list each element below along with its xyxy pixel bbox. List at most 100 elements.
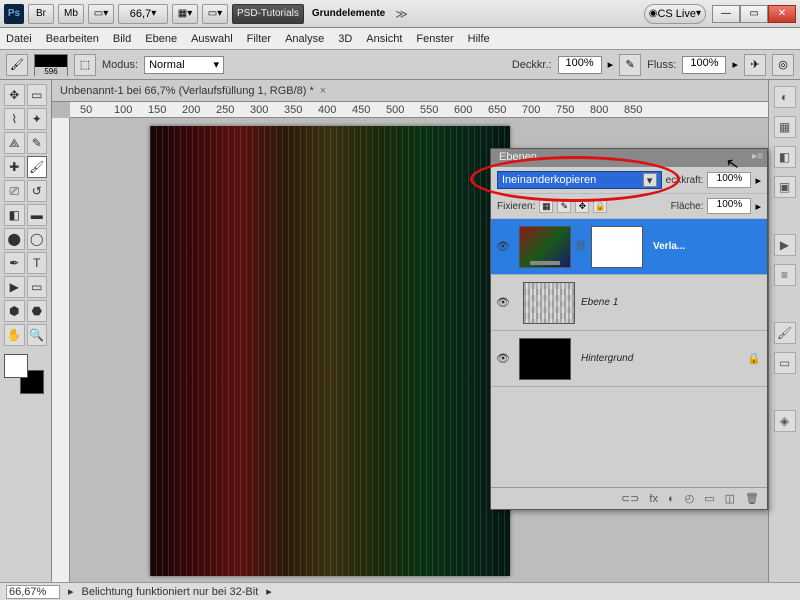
zoom-tool[interactable]: 🔍 (27, 324, 48, 346)
menu-fenster[interactable]: Fenster (416, 33, 453, 45)
fill-slider-icon[interactable]: ▸ (755, 200, 761, 213)
layer-name[interactable]: Hintergrund (575, 353, 747, 364)
workspace-more-icon[interactable]: ≫ (395, 7, 408, 21)
tablet-size-icon[interactable]: ◎ (772, 54, 794, 76)
lasso-tool[interactable]: ⌇ (4, 108, 25, 130)
delete-layer-icon[interactable]: 🗑 (745, 492, 759, 505)
visibility-toggle[interactable]: 👁 (491, 240, 515, 253)
layer-row[interactable]: 👁 Hintergrund 🔒 (491, 331, 767, 387)
mask-link-icon[interactable]: ⛓ (575, 241, 587, 252)
layer-thumbnail[interactable] (519, 338, 571, 380)
mask-thumbnail[interactable] (591, 226, 643, 268)
visibility-toggle[interactable]: 👁 (491, 352, 515, 365)
menu-auswahl[interactable]: Auswahl (191, 33, 233, 45)
3d-camera-tool[interactable]: ⬣ (27, 300, 48, 322)
airbrush-icon[interactable]: ✈ (744, 54, 766, 76)
path-select-tool[interactable]: ▶ (4, 276, 25, 298)
gradient-tool[interactable]: ▬ (27, 204, 48, 226)
lock-position-icon[interactable]: ✥ (575, 199, 589, 213)
flow-flyout-icon[interactable]: ▸ (732, 58, 738, 71)
brush-tool-icon[interactable]: 🖌 (6, 54, 28, 76)
lock-pixels-icon[interactable]: ✎ (557, 199, 571, 213)
view-extras-button[interactable]: ▦▾ (172, 4, 198, 24)
hand-tool[interactable]: ✋ (4, 324, 25, 346)
canvas[interactable] (150, 126, 510, 576)
pen-tool[interactable]: ✒ (4, 252, 25, 274)
bridge-button[interactable]: Br (28, 4, 54, 24)
foreground-color[interactable] (4, 354, 28, 378)
history-brush-tool[interactable]: ↺ (27, 180, 48, 202)
group-icon[interactable]: ▭ (704, 492, 714, 505)
status-more-icon[interactable]: ▸ (266, 585, 272, 598)
chevron-down-icon[interactable]: ▾ (643, 173, 657, 187)
document-tab[interactable]: Unbenannt-1 bei 66,7% (Verlaufsfüllung 1… (52, 80, 768, 102)
layer-fill-input[interactable]: 100% (707, 198, 751, 214)
brush-preset[interactable]: 596 (34, 54, 68, 76)
eyedropper-tool[interactable]: ✎ (27, 132, 48, 154)
layer-name[interactable]: Verla... (647, 241, 767, 252)
layer-name[interactable]: Ebene 1 (575, 297, 767, 308)
type-tool[interactable]: T (27, 252, 48, 274)
close-button[interactable]: ✕ (768, 5, 796, 23)
menu-analyse[interactable]: Analyse (285, 33, 324, 45)
brush-panel-toggle[interactable]: ⬚ (74, 54, 96, 76)
blur-tool[interactable]: ⬤ (4, 228, 25, 250)
status-flyout-icon[interactable]: ▸ (68, 585, 74, 598)
tablet-opacity-icon[interactable]: ✎ (619, 54, 641, 76)
flow-input[interactable]: 100% (682, 56, 726, 74)
screen-mode-button[interactable]: ▭▾ (88, 4, 114, 24)
actions-panel-icon[interactable]: ▶ (774, 234, 796, 256)
heal-tool[interactable]: ✚ (4, 156, 25, 178)
menu-datei[interactable]: Datei (6, 33, 32, 45)
menu-ansicht[interactable]: Ansicht (366, 33, 402, 45)
lock-all-icon[interactable]: 🔒 (593, 199, 607, 213)
maximize-button[interactable]: ▭ (740, 5, 768, 23)
panel-menu-icon[interactable]: ▸≡ (752, 151, 763, 162)
adjustment-layer-icon[interactable]: ◴ (685, 492, 695, 505)
shape-tool[interactable]: ▭ (27, 276, 48, 298)
menu-bearbeiten[interactable]: Bearbeiten (46, 33, 99, 45)
minibridge-button[interactable]: Mb (58, 4, 84, 24)
arrange-docs-button[interactable]: ▭▾ (202, 4, 228, 24)
color-panel-icon[interactable]: ◐ (774, 86, 796, 108)
dodge-tool[interactable]: ◯ (27, 228, 48, 250)
opacity-flyout-icon[interactable]: ▸ (608, 58, 614, 71)
wand-tool[interactable]: ✦ (27, 108, 48, 130)
workspace-grundelemente[interactable]: Grundelemente (308, 4, 389, 24)
blend-mode-dropdown[interactable]: Ineinanderkopieren▾ (497, 171, 662, 189)
menu-hilfe[interactable]: Hilfe (468, 33, 490, 45)
blend-mode-dropdown[interactable]: Normal▾ (144, 56, 224, 74)
opacity-slider-icon[interactable]: ▸ (755, 174, 761, 187)
3d-tool[interactable]: ⬢ (4, 300, 25, 322)
lock-transparency-icon[interactable]: ▦ (539, 199, 553, 213)
adjustments-panel-icon[interactable]: ◧ (774, 146, 796, 168)
layer-fx-icon[interactable]: fx (649, 493, 658, 505)
color-swatches[interactable] (4, 354, 44, 394)
marquee-tool[interactable]: ▭ (27, 84, 48, 106)
layer-thumbnail[interactable] (519, 226, 571, 268)
masks-panel-icon[interactable]: ▣ (774, 176, 796, 198)
swatches-panel-icon[interactable]: ▦ (774, 116, 796, 138)
link-layers-icon[interactable]: ⊂⊃ (621, 492, 639, 505)
brush-tool[interactable]: 🖌 (27, 156, 48, 178)
close-tab-icon[interactable]: × (320, 85, 326, 97)
layer-mask-icon[interactable]: ◐ (668, 493, 675, 505)
history-panel-icon[interactable]: ≡ (774, 264, 796, 286)
zoom-level-dropdown[interactable]: 66,7 ▾ (118, 4, 168, 24)
cs-live-button[interactable]: ◉ CS Live ▾ (644, 4, 706, 24)
visibility-toggle[interactable]: 👁 (491, 296, 515, 309)
menu-3d[interactable]: 3D (338, 33, 352, 45)
move-tool[interactable]: ✥ (4, 84, 25, 106)
new-layer-icon[interactable]: ◫ (725, 492, 735, 505)
brush-preset-panel-icon[interactable]: 🖌 (774, 322, 796, 344)
zoom-field[interactable]: 66,67% (6, 585, 60, 599)
menu-filter[interactable]: Filter (247, 33, 271, 45)
menu-ebene[interactable]: Ebene (145, 33, 177, 45)
crop-tool[interactable]: ⟁ (4, 132, 25, 154)
menu-bild[interactable]: Bild (113, 33, 131, 45)
layer-row[interactable]: 👁 Ebene 1 (491, 275, 767, 331)
layer-row[interactable]: 👁 ⛓ Verla... (491, 219, 767, 275)
stamp-tool[interactable]: ⎚ (4, 180, 25, 202)
layers-panel-icon[interactable]: ◈ (774, 410, 796, 432)
opacity-input[interactable]: 100% (558, 56, 602, 74)
